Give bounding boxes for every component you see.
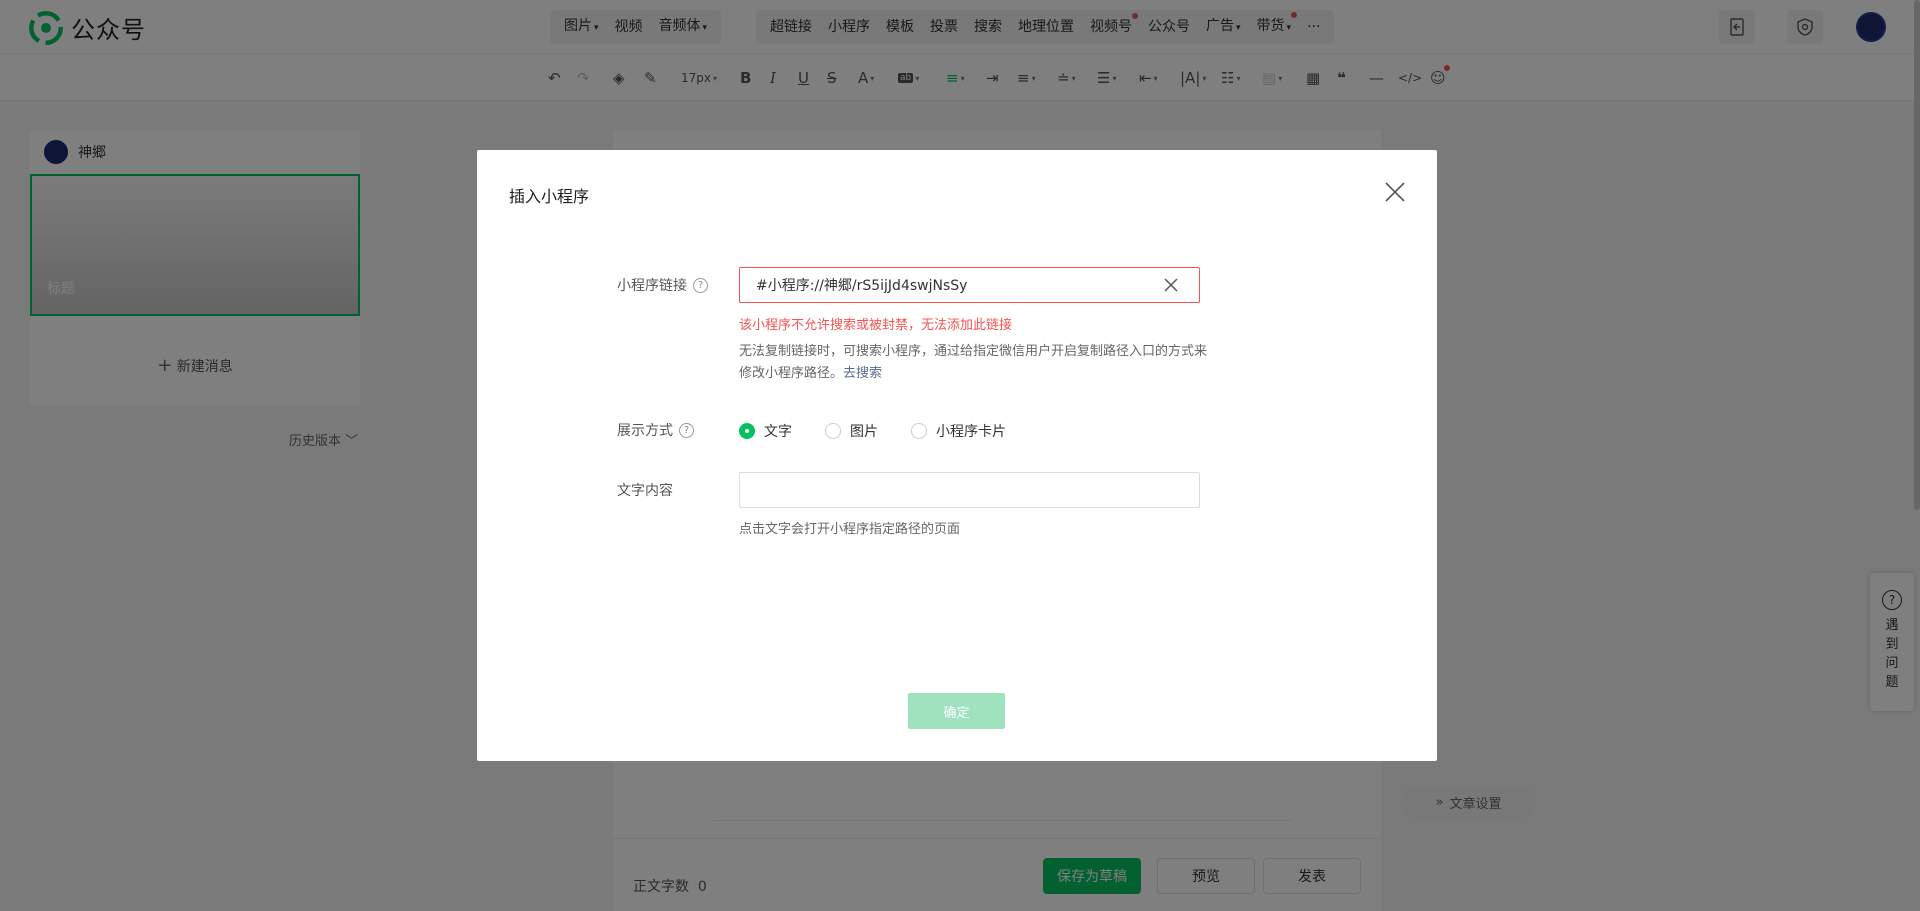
display-mode-radio-group: 文字 图片 小程序卡片 — [739, 421, 1039, 441]
link-hint: 无法复制链接时，可搜索小程序，通过给指定微信用户开启复制路径入口的方式来修改小程… — [739, 344, 1208, 381]
miniprogram-link-input[interactable] — [739, 267, 1200, 303]
go-search-link[interactable]: 去搜索 — [843, 366, 882, 381]
help-question-icon[interactable]: ? — [679, 422, 694, 438]
text-content-input[interactable] — [739, 472, 1200, 508]
text-content-hint: 点击文字会打开小程序指定路径的页面 — [739, 522, 961, 537]
radio-image[interactable]: 图片 — [825, 421, 878, 441]
clear-input-icon[interactable] — [1163, 277, 1179, 293]
radio-unchecked-icon[interactable] — [825, 423, 841, 439]
radio-checked-icon[interactable] — [739, 423, 755, 439]
confirm-button[interactable]: 确定 — [908, 693, 1005, 729]
close-icon[interactable] — [1384, 181, 1406, 203]
radio-text[interactable]: 文字 — [739, 421, 792, 441]
text-content-label: 文字内容 — [617, 483, 673, 499]
dialog-title: 插入小程序 — [509, 187, 590, 206]
miniprogram-link-label: 小程序链接 ? — [617, 275, 708, 295]
link-error-message: 该小程序不允许搜索或被封禁，无法添加此链接 — [739, 318, 1013, 333]
radio-unchecked-icon[interactable] — [911, 423, 927, 439]
insert-miniprogram-dialog: 插入小程序 小程序链接 ? 该小程序不允许搜索或被封禁，无法添加此链接 无法复制… — [477, 150, 1437, 761]
radio-miniprogram-card[interactable]: 小程序卡片 — [911, 421, 1006, 441]
display-mode-label: 展示方式 ? — [617, 420, 694, 440]
help-question-icon[interactable]: ? — [693, 277, 708, 293]
